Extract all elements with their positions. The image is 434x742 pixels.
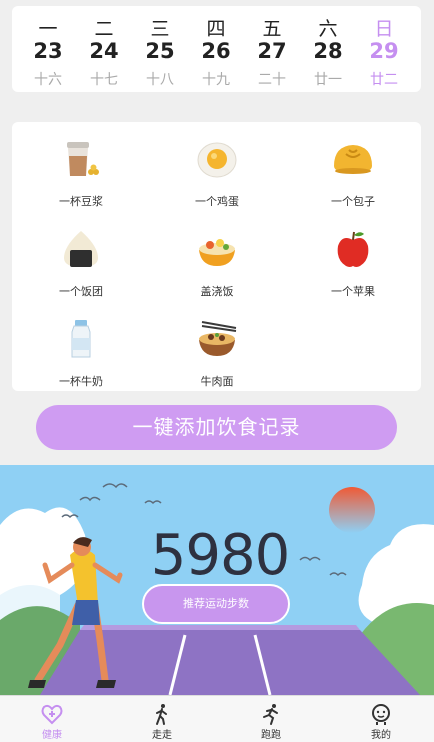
week-calendar: 一 23 十六 二 24 十七 三 25 十八 四 26 十九 五 27 二十 …	[12, 6, 421, 92]
food-label: 一杯豆浆	[59, 195, 103, 208]
food-item-apple[interactable]: 一个苹果	[298, 228, 408, 308]
tab-label: 跑跑	[261, 730, 281, 741]
soy-milk-icon	[67, 142, 99, 176]
profile-icon	[372, 704, 390, 725]
food-label: 一个苹果	[331, 285, 375, 298]
rice-bowl-icon	[199, 239, 235, 266]
tab-label: 我的	[371, 730, 391, 741]
food-item-milk[interactable]: 一杯牛奶	[26, 318, 136, 398]
lunar-date: 二十	[258, 72, 286, 88]
run-icon	[263, 704, 278, 725]
date-number: 26	[201, 39, 231, 63]
weekday-label: 六	[318, 18, 338, 40]
food-item-soy-milk[interactable]: 一杯豆浆	[26, 138, 136, 218]
food-item-rice-ball[interactable]: 一个饭团	[26, 228, 136, 308]
rice-ball-icon	[64, 231, 98, 267]
bun-icon	[334, 145, 372, 174]
weekday-label: 二	[94, 18, 114, 40]
food-label: 一个鸡蛋	[195, 195, 239, 208]
lunar-date: 十六	[34, 72, 62, 88]
recommended-steps-button[interactable]: 推荐运动步数	[142, 584, 290, 624]
food-label: 牛肉面	[200, 375, 234, 388]
weekday-label: 四	[206, 18, 226, 40]
walk-icon	[156, 704, 167, 725]
lunar-date: 十八	[146, 72, 174, 88]
food-label: 一个饭团	[59, 285, 103, 298]
tab-label: 健康	[42, 730, 62, 741]
weekday-label: 五	[262, 18, 282, 40]
lunar-date: 十九	[202, 72, 230, 88]
date-number: 23	[33, 39, 63, 63]
food-label: 盖浇饭	[200, 285, 234, 298]
food-item-noodles[interactable]: 牛肉面	[162, 318, 272, 398]
weekday-label: 三	[150, 18, 170, 40]
tab-run[interactable]: 跑跑	[231, 696, 311, 742]
food-grid: 一杯豆浆 一个鸡蛋 一个包子 一个饭团 盖浇饭 一个苹果 一杯牛奶 牛肉面	[12, 122, 421, 391]
step-count: 5980	[150, 523, 291, 588]
tab-walk[interactable]: 走走	[122, 696, 202, 742]
egg-icon	[197, 142, 237, 178]
food-item-bun[interactable]: 一个包子	[298, 138, 408, 218]
lunar-date: 十七	[90, 72, 118, 88]
tab-profile[interactable]: 我的	[341, 696, 421, 742]
noodles-icon	[199, 321, 237, 356]
milk-icon	[71, 320, 91, 358]
food-label: 一杯牛奶	[59, 375, 103, 388]
lunar-date: 廿二	[370, 72, 398, 88]
bottom-tab-bar: 健康 走走 跑跑 我的	[0, 695, 434, 742]
food-item-egg[interactable]: 一个鸡蛋	[162, 138, 272, 218]
date-number: 28	[313, 39, 343, 63]
date-number: 25	[145, 39, 175, 63]
tab-health[interactable]: 健康	[12, 696, 92, 742]
date-number: 27	[257, 39, 287, 63]
add-diet-record-button[interactable]: 一键添加饮食记录	[36, 405, 397, 450]
apple-icon	[337, 231, 369, 267]
weekday-label: 一	[38, 18, 58, 40]
health-icon	[41, 704, 63, 725]
step-banner: 5980 推荐运动步数	[0, 465, 434, 695]
lunar-date: 廿一	[314, 72, 342, 88]
tab-label: 走走	[152, 730, 172, 741]
food-item-rice-bowl[interactable]: 盖浇饭	[162, 228, 272, 308]
date-number: 29	[369, 39, 399, 63]
weekday-label: 日	[374, 18, 394, 40]
food-label: 一个包子	[331, 195, 375, 208]
date-number: 24	[89, 39, 119, 63]
